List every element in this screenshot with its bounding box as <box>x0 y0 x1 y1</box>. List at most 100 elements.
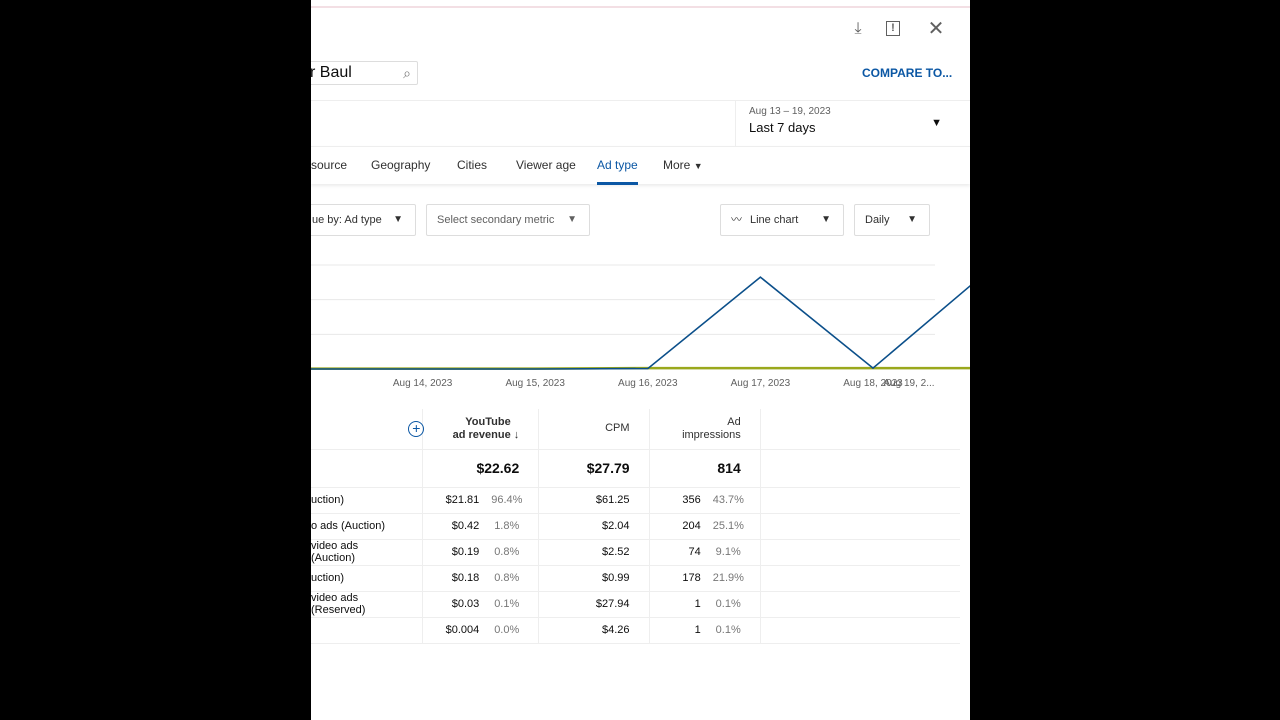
ad-type-name: video ads (Auction) <box>311 539 424 566</box>
table-row[interactable]: video ads (Reserved) $0.03 0.1% $27.94 1 0… <box>311 591 960 618</box>
ad-type-name: uction) <box>311 565 424 592</box>
impressions-value: 1 <box>694 598 701 610</box>
x-tick-label: Aug 14, 2023 <box>393 378 453 389</box>
compare-by-label: ue by: Ad type <box>312 214 382 226</box>
table-row[interactable]: uction) $0.18 0.8% $0.99 178 21.9% <box>311 565 960 592</box>
col-impressions-label: Ad impressions <box>682 415 741 441</box>
ad-type-name: uction) <box>311 487 424 514</box>
col-impressions[interactable]: Ad impressions <box>649 409 761 450</box>
table-header-row: + YouTube ad revenue ↓ CPM Ad impression… <box>311 409 960 450</box>
caret-down-icon: ▼ <box>393 214 403 225</box>
empty-cell <box>760 617 960 644</box>
revenue-pct: 0.0% <box>494 624 520 636</box>
impressions-value: 1 <box>694 624 701 636</box>
impressions-cell: 178 21.9% <box>649 565 761 592</box>
table-row[interactable]: video ads (Auction) $0.19 0.8% $2.52 74 9.… <box>311 539 960 566</box>
revenue-pct: 0.8% <box>494 546 520 558</box>
add-metric-cell: + <box>311 409 425 450</box>
col-cpm[interactable]: CPM <box>538 409 650 450</box>
tab-bar: source Geography Cities Viewer age Ad ty… <box>311 146 970 185</box>
col-revenue[interactable]: YouTube ad revenue ↓ <box>422 409 540 450</box>
impressions-value: 74 <box>688 546 701 558</box>
table-row[interactable]: $0.004 0.0% $4.26 1 0.1% <box>311 617 960 644</box>
sort-down-icon: ↓ <box>513 428 520 441</box>
line-chart: Aug 14, 2023 Aug 15, 2023 Aug 16, 2023 Aug … <box>311 264 970 389</box>
close-icon[interactable]: ✕ <box>925 18 947 40</box>
revenue-pct: 0.8% <box>494 572 520 584</box>
empty-cell <box>760 449 960 488</box>
feedback-icon[interactable]: ! <box>886 21 900 36</box>
cpm-cell: $2.04 <box>538 513 650 540</box>
x-tick-label: Aug 19, 2... <box>883 378 934 389</box>
empty-cell <box>760 591 960 618</box>
impressions-value: 178 <box>682 572 701 584</box>
interval-dropdown[interactable]: Daily ▼ <box>854 204 930 236</box>
chart-type-label: Line chart <box>750 214 799 226</box>
download-icon[interactable]: ⤓ <box>847 18 869 40</box>
total-impressions: 814 <box>649 449 761 488</box>
impressions-pct: 25.1% <box>712 520 744 532</box>
revenue-value: $0.19 <box>451 546 480 558</box>
tab-geography[interactable]: Geography <box>371 158 430 172</box>
revenue-value: $0.004 <box>445 624 480 636</box>
caret-down-icon: ▼ <box>931 117 942 129</box>
total-revenue: $22.62 <box>422 449 540 488</box>
revenue-cell: $0.03 0.1% <box>422 591 540 618</box>
search-input[interactable]: r Baul ⌕ <box>311 61 418 85</box>
tab-traffic-source[interactable]: source <box>311 158 347 172</box>
line-chart-icon: 〰 <box>731 214 742 226</box>
cpm-cell: $27.94 <box>538 591 650 618</box>
impressions-cell: 1 0.1% <box>649 617 761 644</box>
compare-by-dropdown[interactable]: ue by: Ad type ▼ <box>311 204 416 236</box>
date-range-sub: Aug 13 – 19, 2023 <box>749 106 831 117</box>
table-row[interactable]: uction) $21.81 96.4% $61.25 356 43.7% <box>311 487 960 514</box>
tab-viewer-age[interactable]: Viewer age <box>516 158 576 172</box>
empty-col <box>760 409 960 450</box>
top-divider <box>311 6 970 8</box>
cpm-cell: $2.52 <box>538 539 650 566</box>
cpm-cell: $4.26 <box>538 617 650 644</box>
compare-to-button[interactable]: COMPARE TO... <box>862 66 952 80</box>
totals-row: $22.62 $27.79 814 <box>311 449 960 488</box>
analytics-panel: ⤓ ! ✕ r Baul ⌕ COMPARE TO... Aug 13 – 19,… <box>311 0 970 720</box>
caret-down-icon: ▼ <box>693 161 703 171</box>
search-icon[interactable]: ⌕ <box>403 62 411 84</box>
empty-cell <box>760 539 960 566</box>
add-metric-icon[interactable]: + <box>408 420 425 437</box>
col-revenue-label: YouTube ad revenue <box>452 415 511 441</box>
impressions-value: 204 <box>682 520 701 532</box>
tab-more[interactable]: More ▼ <box>663 158 703 172</box>
caret-down-icon: ▼ <box>567 214 577 225</box>
revenue-pct: 0.1% <box>494 598 520 610</box>
tab-cities[interactable]: Cities <box>457 158 487 172</box>
table-row[interactable]: o ads (Auction) $0.42 1.8% $2.04 204 25.1% <box>311 513 960 540</box>
revenue-value: $0.03 <box>451 598 480 610</box>
interval-label: Daily <box>865 214 890 226</box>
impressions-pct: 0.1% <box>715 598 741 610</box>
revenue-pct: 1.8% <box>494 520 520 532</box>
x-tick-label: Aug 15, 2023 <box>505 378 565 389</box>
cpm-cell: $61.25 <box>538 487 650 514</box>
ad-type-table: + YouTube ad revenue ↓ CPM Ad impression… <box>311 409 960 644</box>
impressions-cell: 356 43.7% <box>649 487 761 514</box>
impressions-pct: 0.1% <box>715 624 741 636</box>
chart-type-dropdown[interactable]: 〰 Line chart ▼ <box>720 204 844 236</box>
caret-down-icon: ▼ <box>907 214 917 225</box>
revenue-value: $0.18 <box>451 572 480 584</box>
total-cpm: $27.79 <box>538 449 650 488</box>
series-line-0 <box>311 276 970 370</box>
search-value: r Baul <box>311 64 352 81</box>
cpm-cell: $0.99 <box>538 565 650 592</box>
secondary-metric-dropdown[interactable]: Select secondary metric ▼ <box>426 204 590 236</box>
revenue-value: $21.81 <box>445 494 480 506</box>
empty-cell <box>760 565 960 592</box>
date-range-picker[interactable]: Aug 13 – 19, 2023 Last 7 days ▼ <box>735 100 970 146</box>
impressions-cell: 204 25.1% <box>649 513 761 540</box>
tab-ad-type[interactable]: Ad type <box>597 158 638 185</box>
totals-label <box>311 449 424 488</box>
impressions-pct: 9.1% <box>715 546 741 558</box>
impressions-cell: 1 0.1% <box>649 591 761 618</box>
empty-cell <box>760 487 960 514</box>
tab-more-label: More <box>663 158 691 172</box>
impressions-pct: 43.7% <box>712 494 744 506</box>
